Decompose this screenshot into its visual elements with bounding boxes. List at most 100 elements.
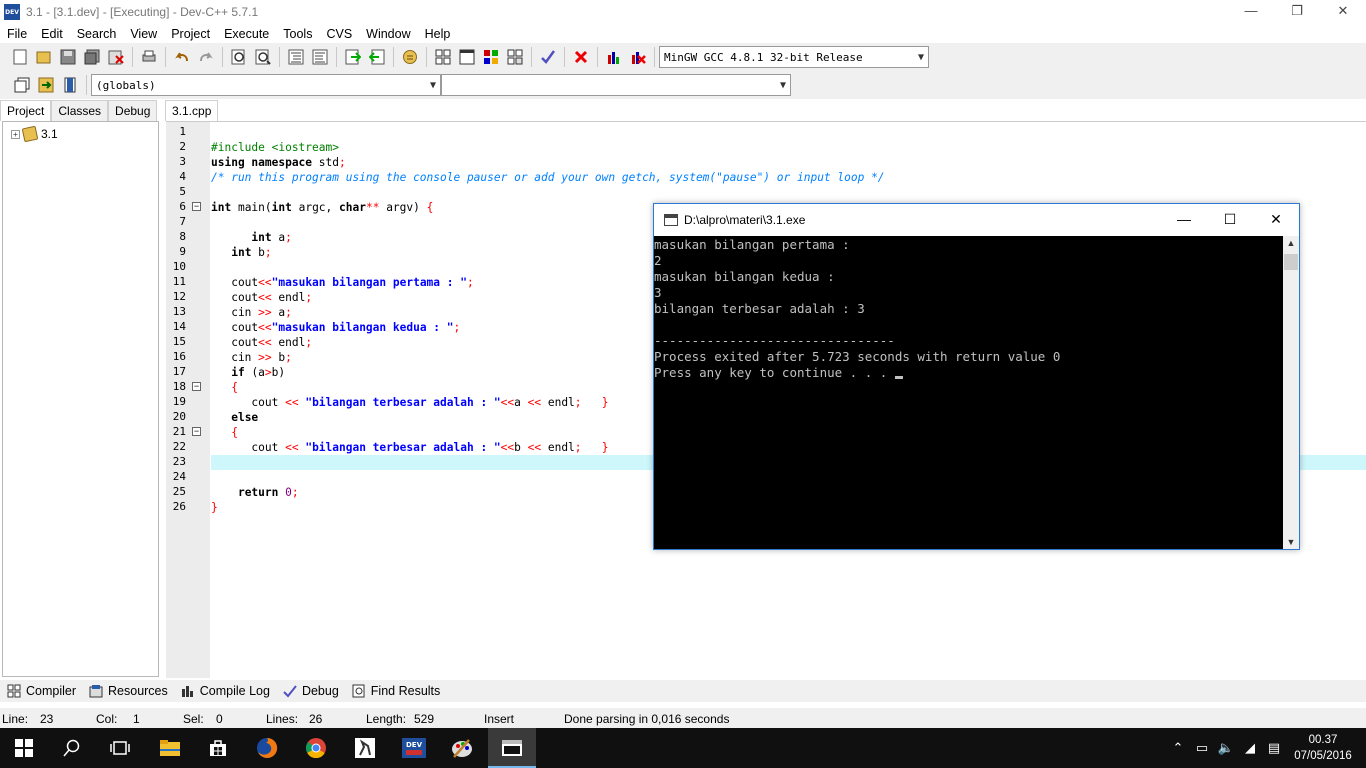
run-icon[interactable] [456, 46, 478, 68]
add-to-project-icon[interactable] [342, 46, 364, 68]
new-file-icon[interactable] [9, 46, 31, 68]
paint-icon[interactable] [438, 728, 486, 768]
scroll-thumb[interactable] [1284, 254, 1298, 270]
open-project-icon[interactable] [33, 46, 55, 68]
start-button[interactable] [0, 728, 48, 768]
scroll-up-icon[interactable]: ▲ [1283, 238, 1299, 248]
line-number: 6 [179, 200, 186, 213]
undo-icon[interactable] [171, 46, 193, 68]
project-options-icon[interactable] [399, 46, 421, 68]
console-line: 3 [654, 285, 662, 300]
code-line: int main(int argc, char** argv) { [211, 201, 434, 214]
tab-file[interactable]: 3.1.cpp [165, 100, 219, 121]
firefox-icon[interactable] [243, 728, 291, 768]
scope-select-value: (globals) [96, 78, 156, 92]
print-icon[interactable] [138, 46, 160, 68]
goto-icon[interactable] [35, 74, 57, 96]
status-sel-value: 0 [216, 712, 223, 726]
tab-resources[interactable]: Resources [82, 680, 174, 702]
project-icon [21, 125, 39, 143]
console-window[interactable]: D:\alpro\materi\3.1.exe — ☐ ✕ masukan bi… [653, 203, 1300, 550]
insert-icon[interactable] [11, 74, 33, 96]
console-title-bar[interactable]: D:\alpro\materi\3.1.exe — ☐ ✕ [654, 204, 1299, 236]
status-bar: Line: 23 Col: 1 Sel: 0 Lines: 26 Length:… [0, 708, 1366, 728]
redo-icon[interactable] [195, 46, 217, 68]
menu-execute[interactable]: Execute [217, 27, 276, 41]
output-panel-tabs: Compiler Resources Compile Log Debug Fin… [0, 680, 1366, 702]
status-line-value: 23 [40, 712, 54, 726]
console-taskbar-icon[interactable] [488, 728, 536, 768]
member-select[interactable]: ▼ [441, 74, 791, 96]
tab-compiler[interactable]: Compiler [0, 680, 82, 702]
clean-icon[interactable] [570, 46, 592, 68]
menu-cvs[interactable]: CVS [319, 27, 359, 41]
find-icon[interactable] [228, 46, 250, 68]
clock[interactable]: 00.37 07/05/2016 [1286, 732, 1360, 764]
console-maximize-button[interactable]: ☐ [1207, 204, 1253, 236]
bookmark-icon[interactable] [59, 74, 81, 96]
code-line: int b; [231, 246, 272, 259]
minimize-button[interactable]: — [1228, 0, 1274, 24]
console-minimize-button[interactable]: — [1161, 204, 1207, 236]
line-number-gutter: 1 2 3 4 5 6−7 8 9 10 11 12 13 14 15 16 17 18−19 20 21−22 23… [166, 122, 210, 678]
line-number: 20 [172, 410, 186, 423]
file-explorer-icon[interactable] [146, 728, 194, 768]
menu-tools[interactable]: Tools [276, 27, 319, 41]
console-close-button[interactable]: ✕ [1253, 204, 1299, 236]
console-line: Process exited after 5.723 seconds with … [654, 349, 1061, 364]
compile-run-icon[interactable] [480, 46, 502, 68]
search-icon[interactable] [48, 728, 96, 768]
restore-button[interactable]: ❐ [1274, 0, 1320, 24]
tab-classes[interactable]: Classes [51, 100, 109, 121]
unindent-icon[interactable] [309, 46, 331, 68]
wifi-icon[interactable]: ◢ [1238, 740, 1262, 756]
task-view-icon[interactable] [96, 728, 144, 768]
pinned-app-icon[interactable] [341, 728, 389, 768]
remove-from-project-icon[interactable] [366, 46, 388, 68]
menu-help[interactable]: Help [418, 27, 458, 41]
tab-project[interactable]: Project [0, 100, 52, 121]
menu-file[interactable]: File [0, 27, 34, 41]
compiler-select[interactable]: MinGW GCC 4.8.1 32-bit Release ▼ [659, 46, 929, 68]
battery-icon[interactable]: ▭ [1190, 740, 1214, 756]
menu-edit[interactable]: Edit [34, 27, 70, 41]
expand-icon[interactable]: + [11, 129, 20, 139]
chart-icon [180, 684, 196, 698]
replace-icon[interactable] [252, 46, 274, 68]
console-output[interactable]: masukan bilangan pertama : 2 masukan bil… [654, 236, 1283, 549]
tab-debug[interactable]: Debug [108, 100, 158, 121]
fold-marker-icon[interactable]: − [192, 202, 201, 211]
syntax-check-icon[interactable] [537, 46, 559, 68]
profile-icon[interactable] [603, 46, 625, 68]
volume-icon[interactable]: 🔈 [1214, 740, 1238, 756]
project-tree-item[interactable]: + 3.1 [11, 125, 58, 143]
show-hidden-icons-icon[interactable]: ⌃ [1166, 740, 1190, 756]
save-all-icon[interactable] [81, 46, 103, 68]
delete-profile-icon[interactable] [627, 46, 649, 68]
tab-compile-log[interactable]: Compile Log [174, 680, 276, 702]
save-icon[interactable] [57, 46, 79, 68]
tab-find-results[interactable]: Find Results [345, 680, 446, 702]
menu-window[interactable]: Window [359, 27, 417, 41]
close-file-icon[interactable] [105, 46, 127, 68]
compile-icon[interactable] [432, 46, 454, 68]
menu-view[interactable]: View [123, 27, 164, 41]
scope-select[interactable]: (globals) ▼ [91, 74, 441, 96]
menu-search[interactable]: Search [70, 27, 124, 41]
rebuild-all-icon[interactable] [504, 46, 526, 68]
console-scrollbar[interactable]: ▲ ▼ [1283, 236, 1299, 549]
window-title: 3.1 - [3.1.dev] - [Executing] - Dev-C++ … [26, 5, 259, 19]
fold-marker-icon[interactable]: − [192, 427, 201, 436]
store-icon[interactable] [194, 728, 242, 768]
notifications-icon[interactable]: ▤ [1262, 740, 1286, 756]
tab-debug-output[interactable]: Debug [276, 680, 345, 702]
console-title: D:\alpro\materi\3.1.exe [684, 213, 806, 227]
close-button[interactable]: ✕ [1320, 0, 1366, 24]
chrome-icon[interactable] [292, 728, 340, 768]
indent-icon[interactable] [285, 46, 307, 68]
menu-project[interactable]: Project [164, 27, 217, 41]
fold-marker-icon[interactable]: − [192, 382, 201, 391]
scroll-down-icon[interactable]: ▼ [1283, 537, 1299, 547]
devcpp-taskbar-icon[interactable]: DEV [390, 728, 438, 768]
devcpp-app-icon[interactable]: DEV [4, 4, 20, 20]
